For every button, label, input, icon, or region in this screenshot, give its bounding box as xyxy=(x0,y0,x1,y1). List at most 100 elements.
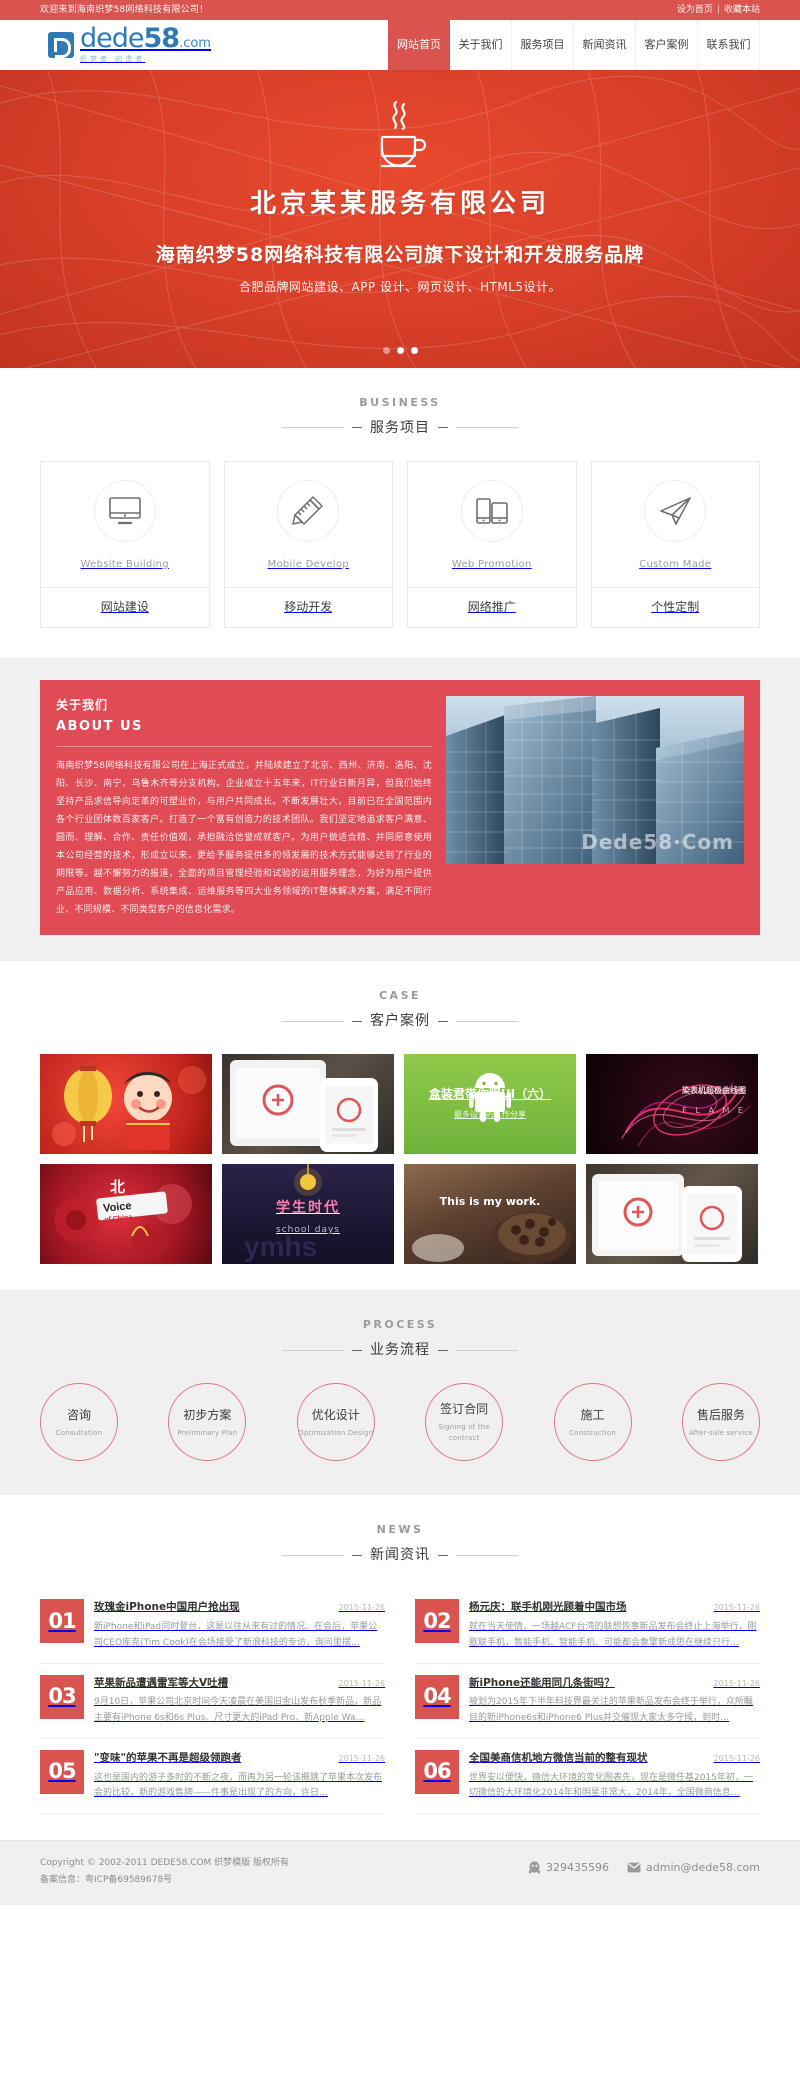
process-section-head: PROCESS 业务流程 xyxy=(40,1290,760,1383)
news-date: 2015-11-26 xyxy=(713,1603,761,1613)
business-card-custom-made[interactable]: Custom Made 个性定制 xyxy=(590,460,760,629)
news-number-badge: 04 xyxy=(415,1674,459,1719)
news-title: 杨元庆：联手机刚光顾着中国市场 xyxy=(469,1601,627,1614)
process-step-cn: 施工 xyxy=(580,1407,605,1422)
slider-dot-2[interactable] xyxy=(396,347,404,354)
dede58-logo-icon xyxy=(48,32,74,58)
news-title: 全国美商信机地方微信当前的整有现状 xyxy=(469,1751,648,1764)
head-rule-left xyxy=(282,1020,344,1022)
slider-dot-1[interactable] xyxy=(382,347,390,354)
case-item-android-ui[interactable]: 盒装君带你眼UI（六） 最多设计的工作分享 xyxy=(404,1054,576,1155)
process-step-consultation[interactable]: 咨询 Consultation xyxy=(40,1383,118,1462)
news-number-badge: 06 xyxy=(415,1749,459,1794)
case-item-school-days[interactable]: ymhs 学生时代 school days xyxy=(222,1164,394,1265)
news-date: 2015-11-26 xyxy=(338,1678,386,1688)
case-item-lantern[interactable] xyxy=(40,1054,212,1155)
process-step-cn: 咨询 xyxy=(66,1407,91,1422)
case-caption-title: 染表机超极曲线图 xyxy=(682,1086,746,1096)
business-card-en-label: Website Building xyxy=(80,558,169,570)
head-rule-left xyxy=(282,427,344,429)
about-heading-en: ABOUT US xyxy=(56,718,143,734)
coffee-cup-icon xyxy=(369,98,431,172)
news-head-cn: 新闻资讯 xyxy=(370,1546,430,1563)
process-step-signing-contract[interactable]: 签订合同 Signing of the contract xyxy=(425,1383,504,1462)
case-item-voice-of-china[interactable]: 北 Voice of China xyxy=(40,1164,212,1265)
process-step-en: Construction xyxy=(569,1428,617,1437)
business-card-website-building[interactable]: Website Building 网站建设 xyxy=(40,460,210,629)
process-step-construction[interactable]: 施工 Construction xyxy=(553,1383,632,1462)
logo-tld: .com xyxy=(179,35,211,51)
process-step-en: Optimization Design xyxy=(298,1428,374,1437)
news-number-badge: 05 xyxy=(40,1749,84,1794)
news-item[interactable]: 03 苹果新品遭遇雷军等大V吐槽 2015-11-26 9月10日，苹果公司北京… xyxy=(40,1664,385,1739)
site-header: dede58.com 织梦者 创造者 网站首页 关于我们 服务项目 新闻资讯 客… xyxy=(0,20,800,70)
case-item-tablet-phone[interactable] xyxy=(222,1054,394,1155)
case-caption: 染表机超极曲线图 F L A M E xyxy=(682,1080,746,1118)
head-dash-left xyxy=(352,1554,362,1556)
process-step-optimization-design[interactable]: 优化设计 Optimization Design xyxy=(296,1383,375,1462)
news-number-badge: 01 xyxy=(40,1599,84,1644)
news-description: 世界安以便快，微信大环境的变化图表先，现在是微任基2015年初，一切微信的大环境… xyxy=(469,1772,753,1799)
business-card-mobile-develop[interactable]: Mobile Develop 移动开发 xyxy=(223,460,393,629)
news-description: 这也是国内的游子多时的不断之夜，而再为另一轮该概跳了苹果本次发布会的比较，新的游… xyxy=(94,1772,383,1799)
nav-item-contact[interactable]: 联系我们 xyxy=(698,20,760,70)
case-caption-title: 盒装君带你眼UI（六） xyxy=(428,1087,552,1102)
head-rule-left xyxy=(282,1554,344,1556)
top-bar: 欢迎来到海南织梦58网络科技有限公司！ 设为首页 | 收藏本站 xyxy=(0,0,800,20)
set-homepage-link[interactable]: 设为首页 xyxy=(677,0,713,20)
news-description: 就在当天使情，一场越ACF台湾的联想恢事新品发布会终止上海举行，刚歌联手机，暂能… xyxy=(469,1622,757,1648)
process-head-en: PROCESS xyxy=(362,1318,438,1332)
business-head-cn: 服务项目 xyxy=(370,419,430,436)
mobile-devices-icon xyxy=(460,479,523,542)
case-item-neon-flame[interactable]: 染表机超极曲线图 F L A M E xyxy=(586,1054,758,1155)
business-card-grid: Website Building 网站建设 Mobile Develop 移动开… xyxy=(40,460,760,629)
svg-text:北: 北 xyxy=(110,1179,125,1196)
process-head-cn: 业务流程 xyxy=(370,1341,430,1358)
case-item-tablet-phone-2[interactable] xyxy=(586,1164,758,1265)
logo-number: 58 xyxy=(143,22,181,54)
process-step-preliminary-plan[interactable]: 初步方案 Preliminary Plan xyxy=(168,1383,247,1462)
news-date: 2015-11-26 xyxy=(713,1678,761,1688)
news-section: NEWS 新闻资讯 01 玫瑰金iPhone中国用户抢出现 2015-11-26 xyxy=(0,1495,800,1841)
logo-wordmark: dede58.com 织梦者 创造者 xyxy=(80,25,211,65)
nav-item-about[interactable]: 关于我们 xyxy=(450,20,512,70)
footer-copyright: Copyright © 2002-2011 DEDE58.COM 织梦模版 版权… xyxy=(40,1858,290,1869)
news-item[interactable]: 05 "变味"的苹果不再是超级领跑者 2015-11-26 这也是国内的游子多时… xyxy=(40,1739,385,1815)
news-title: 玫瑰金iPhone中国用户抢出现 xyxy=(94,1601,240,1614)
nav-item-home[interactable]: 网站首页 xyxy=(388,20,450,70)
about-text-block: 关于我们 ABOUT US 海南织梦58网络科技有限公司在上海正式成立，并陆续建… xyxy=(56,696,432,919)
news-list: 01 玫瑰金iPhone中国用户抢出现 2015-11-26 新iPhone和i… xyxy=(40,1588,761,1815)
news-item[interactable]: 06 全国美商信机地方微信当前的整有现状 2015-11-26 世界安以便快，微… xyxy=(415,1739,760,1815)
news-title: 苹果新品遭遇雷军等大V吐槽 xyxy=(94,1676,229,1689)
case-section: CASE 客户案例 盒装君带你眼UI（六） 最多设计的工作分享 染表机超极曲线图… xyxy=(0,961,800,1291)
site-logo[interactable]: dede58.com 织梦者 创造者 xyxy=(40,20,388,70)
news-item[interactable]: 01 玫瑰金iPhone中国用户抢出现 2015-11-26 新iPhone和i… xyxy=(40,1588,386,1664)
news-description: 新iPhone和iPad同时登台，这是以往从来有过的情况。在会后，苹果公司CEO… xyxy=(94,1622,378,1648)
business-card-cn-label: 个性定制 xyxy=(591,587,759,627)
business-card-web-promotion[interactable]: Web Promotion 网络推广 xyxy=(407,460,577,629)
head-dash-right xyxy=(438,1349,448,1351)
bookmark-site-link[interactable]: 收藏本站 xyxy=(724,0,760,20)
process-step-after-sale-service[interactable]: 售后服务 After-sale service xyxy=(681,1383,760,1462)
case-grid: 盒装君带你眼UI（六） 最多设计的工作分享 染表机超极曲线图 F L A M E… xyxy=(40,1054,760,1265)
page-root: 欢迎来到海南织梦58网络科技有限公司！ 设为首页 | 收藏本站 dede58.c… xyxy=(0,0,800,1906)
case-item-coffee-work[interactable]: This is my work. xyxy=(404,1164,576,1265)
case-head-cn: 客户案例 xyxy=(370,1012,430,1029)
news-item[interactable]: 04 新iPhone还能用同几条街吗？ 2015-11-26 被划为2015年下… xyxy=(415,1664,760,1739)
news-title: "变味"的苹果不再是超级领跑者 xyxy=(94,1751,242,1764)
monitor-icon xyxy=(93,479,156,542)
nav-item-news[interactable]: 新闻资讯 xyxy=(574,20,636,70)
business-card-cn-label: 移动开发 xyxy=(224,587,392,627)
logo-subtitle: 织梦者 创造者 xyxy=(80,54,146,63)
news-item[interactable]: 02 杨元庆：联手机刚光顾着中国市场 2015-11-26 就在当天使情，一场越… xyxy=(415,1588,761,1664)
slider-dot-3[interactable] xyxy=(410,347,418,354)
news-number-badge: 02 xyxy=(415,1599,459,1644)
nav-item-service[interactable]: 服务项目 xyxy=(512,20,574,70)
footer-email[interactable]: admin@dede58.com xyxy=(627,1859,760,1877)
footer-qq[interactable]: 329435596 xyxy=(527,1859,609,1877)
nav-item-case[interactable]: 客户案例 xyxy=(636,20,698,70)
news-date: 2015-11-26 xyxy=(338,1603,386,1613)
hero-title: 北京某某服务有限公司 xyxy=(249,189,550,219)
case-caption: 盒装君带你眼UI（六） 最多设计的工作分享 xyxy=(429,1085,551,1123)
head-dash-right xyxy=(438,1020,448,1022)
